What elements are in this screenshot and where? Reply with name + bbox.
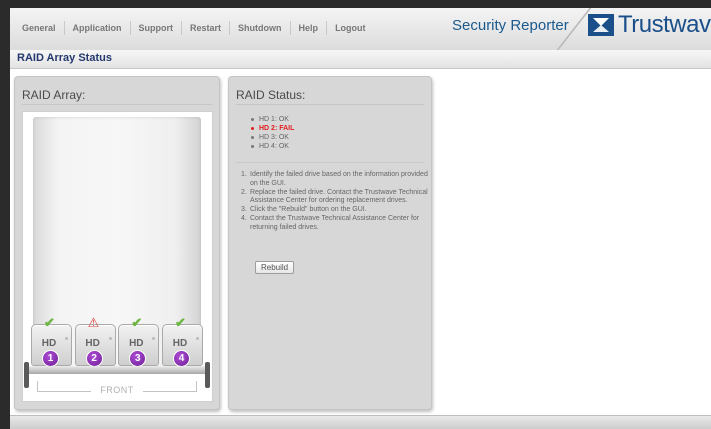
trustwave-logo-icon <box>588 12 614 38</box>
page-title: RAID Array Status <box>17 52 112 64</box>
drive-status-item-fail: HD 2: FAIL <box>251 124 294 133</box>
drive-bay-3: ✔ HD 3 <box>118 316 160 367</box>
instruction-step: 1. Identify the failed drive based on the… <box>241 171 431 189</box>
divider <box>236 104 424 105</box>
raid-array-panel: RAID Array: ✔ HD 1 ⚠ HD 2 ✔ HD 3 ✔ HD 4 … <box>14 76 220 410</box>
drive-bay-2: ⚠ HD 2 <box>74 316 116 367</box>
instruction-step: 4. Contact the Trustwave Technical Assist… <box>241 215 431 233</box>
drive-status-item: HD 1: OK <box>251 115 294 124</box>
main-menu: General Application Support Restart Shut… <box>14 21 374 35</box>
raid-enclosure-diagram: ✔ HD 1 ⚠ HD 2 ✔ HD 3 ✔ HD 4 FRONT <box>22 111 213 402</box>
step-text: Identify the failed drive based on the i… <box>250 171 428 187</box>
drive-bay-4: ✔ HD 4 <box>161 316 203 367</box>
page-title-bar: RAID Array Status <box>10 50 711 69</box>
chassis-rail <box>27 366 207 374</box>
drive-number-badge: 1 <box>42 350 59 367</box>
top-navigation-bar: General Application Support Restart Shut… <box>10 8 711 51</box>
check-icon: ✔ <box>174 315 186 330</box>
drive-led <box>195 337 199 340</box>
instruction-step: 2. Replace the failed drive. Contact the … <box>241 189 431 207</box>
step-text: Click the "Rebuild" button on the GUI. <box>250 206 367 214</box>
trustwave-logo: Trustwave <box>588 11 711 39</box>
menu-support[interactable]: Support <box>131 21 183 35</box>
product-name: Security Reporter <box>452 17 569 34</box>
front-label: FRONT <box>91 385 143 395</box>
window-left-border <box>0 0 10 429</box>
step-text: Contact the Trustwave Technical Assistan… <box>250 214 420 231</box>
drive-led <box>65 337 68 340</box>
step-text: Replace the failed drive. Contact the Tr… <box>250 188 428 205</box>
divider <box>236 162 424 163</box>
window-top-border <box>10 0 711 8</box>
instruction-step: 3. Click the "Rebuild" button on the GUI. <box>241 206 431 215</box>
menu-logout[interactable]: Logout <box>327 21 374 35</box>
divider <box>22 104 212 105</box>
rail-bracket-left <box>24 362 29 388</box>
main-content: RAID Array: ✔ HD 1 ⚠ HD 2 ✔ HD 3 ✔ HD 4 … <box>10 69 711 429</box>
drive-number-badge: 2 <box>85 350 103 367</box>
drive-number-badge: 4 <box>172 350 190 367</box>
drive-status-item: HD 4: OK <box>251 142 294 151</box>
rail-bracket-right <box>205 362 210 388</box>
menu-shutdown[interactable]: Shutdown <box>230 21 291 35</box>
brand-name: Trustwave <box>618 11 711 38</box>
app-window: General Application Support Restart Shut… <box>0 0 711 429</box>
menu-help[interactable]: Help <box>291 21 328 35</box>
menu-general[interactable]: General <box>14 21 65 35</box>
raid-array-title: RAID Array: <box>22 88 86 102</box>
check-icon: ✔ <box>131 315 143 330</box>
menu-restart[interactable]: Restart <box>182 21 231 35</box>
drive-label: HD <box>129 338 144 349</box>
step-number: 1. <box>241 171 247 178</box>
raid-status-panel: RAID Status: HD 1: OK HD 2: FAIL HD 3: O… <box>228 76 432 410</box>
instruction-steps: 1. Identify the failed drive based on the… <box>241 171 431 233</box>
drive-bays: ✔ HD 1 ⚠ HD 2 ✔ HD 3 ✔ HD 4 <box>31 316 203 367</box>
drive-status-item: HD 3: OK <box>251 133 294 142</box>
drive-label: HD <box>41 338 57 349</box>
footer-bar <box>10 415 711 429</box>
warning-icon: ⚠ <box>87 315 100 330</box>
rebuild-button[interactable]: Rebuild <box>255 261 295 274</box>
step-number: 2. <box>241 188 247 196</box>
raid-status-title: RAID Status: <box>236 88 306 102</box>
step-number: 3. <box>241 206 247 214</box>
check-icon: ✔ <box>44 315 55 330</box>
drive-led <box>152 337 156 340</box>
menu-application[interactable]: Application <box>65 21 131 35</box>
step-number: 4. <box>241 214 247 222</box>
drive-status-list: HD 1: OK HD 2: FAIL HD 3: OK HD 4: OK <box>251 115 294 151</box>
drive-label: HD <box>85 338 100 349</box>
drive-led <box>108 337 112 340</box>
drive-label: HD <box>172 338 188 349</box>
drive-bay-1: ✔ HD 1 <box>31 316 72 367</box>
drive-number-badge: 3 <box>129 350 147 367</box>
